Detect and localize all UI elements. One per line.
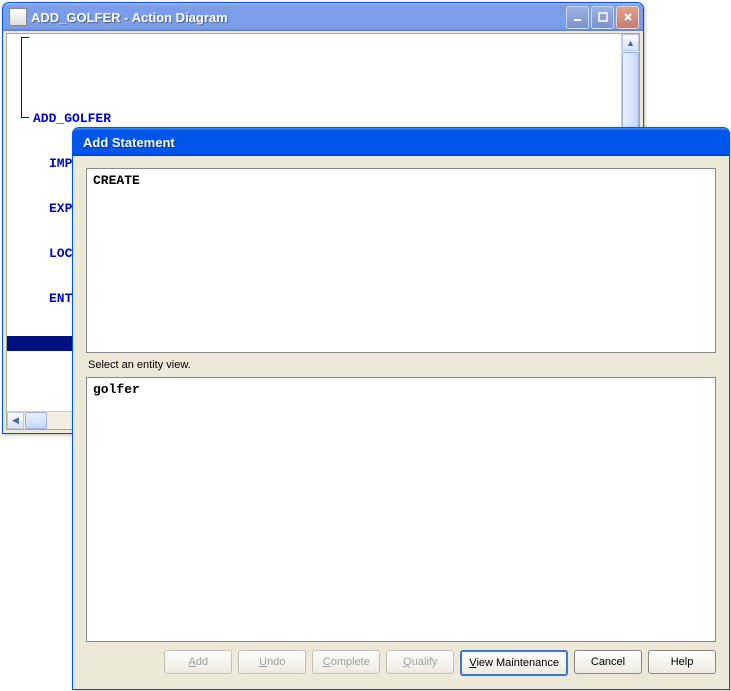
- maximize-button[interactable]: [591, 6, 614, 29]
- app-icon: [9, 8, 27, 26]
- add-button[interactable]: Add: [164, 650, 232, 674]
- scroll-left-icon[interactable]: ◀: [7, 412, 24, 429]
- window-controls: [566, 6, 639, 29]
- main-titlebar[interactable]: ADD_GOLFER - Action Diagram: [3, 3, 643, 31]
- help-button[interactable]: Help: [648, 650, 716, 674]
- main-title: ADD_GOLFER - Action Diagram: [31, 10, 566, 25]
- statement-text: CREATE: [93, 173, 140, 188]
- view-maintenance-button[interactable]: View Maintenance: [460, 650, 568, 676]
- complete-button[interactable]: Complete: [312, 650, 380, 674]
- scroll-up-icon[interactable]: ▲: [622, 34, 639, 51]
- scroll-thumb[interactable]: [25, 412, 47, 429]
- close-button[interactable]: [616, 6, 639, 29]
- entity-view-item[interactable]: golfer: [93, 382, 140, 397]
- qualify-button[interactable]: Qualify: [386, 650, 454, 674]
- dialog-button-bar: Add Undo Complete Qualify View Maintenan…: [86, 642, 716, 676]
- cancel-button[interactable]: Cancel: [574, 650, 642, 674]
- entity-view-listbox[interactable]: golfer: [86, 377, 716, 642]
- code-line: ADD_GOLFER: [15, 111, 637, 126]
- undo-button[interactable]: Undo: [238, 650, 306, 674]
- prompt-label: Select an entity view.: [86, 353, 716, 377]
- minimize-button[interactable]: [566, 6, 589, 29]
- dialog-title: Add Statement: [79, 135, 725, 150]
- statement-textbox[interactable]: CREATE: [86, 168, 716, 353]
- add-statement-dialog: Add Statement CREATE Select an entity vi…: [72, 127, 730, 690]
- dialog-client-area: CREATE Select an entity view. golfer Add…: [76, 158, 726, 686]
- dialog-titlebar[interactable]: Add Statement: [73, 128, 729, 156]
